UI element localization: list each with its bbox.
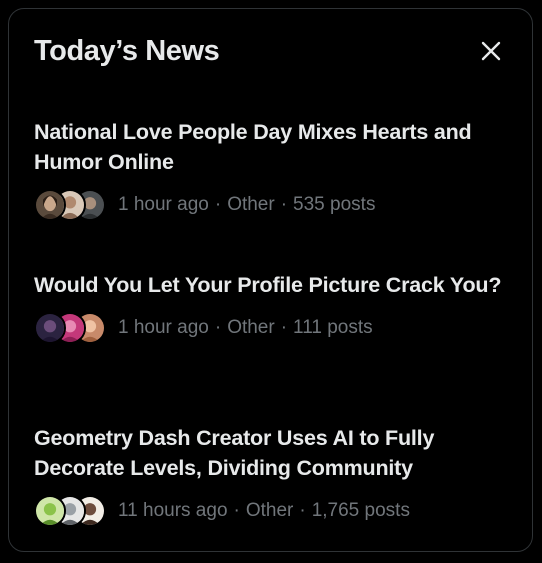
avatar	[34, 189, 66, 221]
news-story-2[interactable]: Would You Let Your Profile Picture Crack…	[34, 270, 512, 346]
close-button[interactable]	[475, 35, 507, 67]
meta-separator: ·	[214, 194, 222, 215]
meta-separator: ·	[299, 500, 306, 521]
story-time: 1 hour ago	[118, 194, 209, 215]
story-title: Geometry Dash Creator Uses AI to Fully D…	[34, 426, 435, 480]
story-post-count: 535 posts	[293, 194, 376, 215]
story-category: Other	[227, 317, 275, 338]
avatar-group	[34, 493, 106, 529]
avatar	[34, 495, 66, 527]
close-icon	[481, 41, 501, 61]
story-time: 11 hours ago	[118, 500, 228, 521]
card-title: Today’s News	[34, 35, 220, 67]
story-post-count: 1,765 posts	[311, 500, 410, 521]
avatar	[34, 312, 66, 344]
meta-separator: ·	[233, 500, 240, 521]
story-meta: 1 hour ago · Other · 111 posts	[118, 317, 373, 339]
todays-news-card: Today’s News National Love People Day Mi…	[8, 8, 533, 552]
news-story-3[interactable]: Geometry Dash Creator Uses AI to Fully D…	[34, 423, 512, 529]
story-post-count: 111 posts	[293, 317, 373, 338]
story-category: Other	[227, 194, 275, 215]
story-category: Other	[245, 500, 294, 521]
story-meta-row: 11 hours ago · Other · 1,765 posts	[34, 493, 512, 529]
news-story-1[interactable]: National Love People Day Mixes Hearts an…	[34, 117, 512, 223]
story-meta-row: 1 hour ago · Other · 535 posts	[34, 187, 512, 223]
story-time: 1 hour ago	[118, 317, 209, 338]
meta-separator: ·	[280, 194, 288, 215]
story-meta-row: 1 hour ago · Other · 111 posts	[34, 310, 512, 346]
avatar-group	[34, 187, 106, 223]
story-meta: 11 hours ago · Other · 1,765 posts	[118, 500, 410, 522]
story-meta: 1 hour ago · Other · 535 posts	[118, 194, 375, 216]
meta-separator: ·	[280, 317, 288, 338]
card-header: Today’s News	[9, 9, 532, 93]
story-title: National Love People Day Mixes Hearts an…	[34, 120, 472, 174]
avatar-group	[34, 310, 106, 346]
meta-separator: ·	[214, 317, 222, 338]
story-title: Would You Let Your Profile Picture Crack…	[34, 273, 502, 297]
